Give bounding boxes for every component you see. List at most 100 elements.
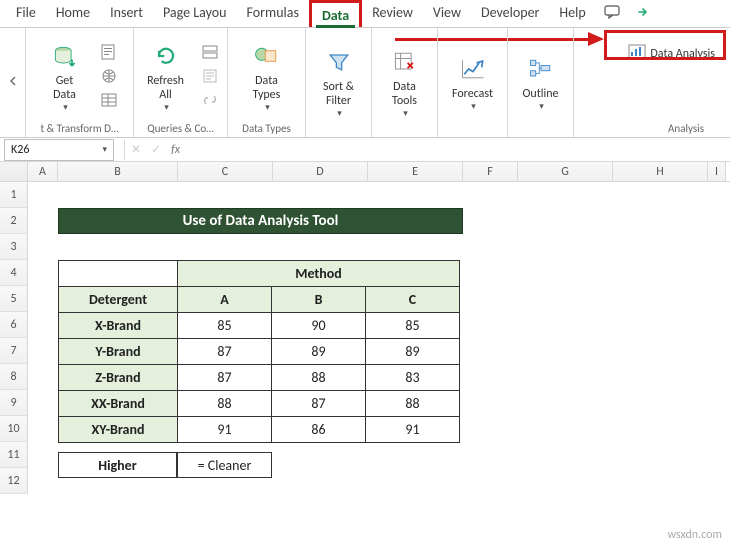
share-icon[interactable] (628, 0, 660, 27)
outline-label: Outline (522, 87, 558, 101)
name-box-value: K26 (11, 143, 29, 157)
data-tools-button[interactable]: Data Tools ▾ (380, 44, 430, 121)
filter-icon (323, 46, 355, 78)
tab-formulas[interactable]: Formulas (237, 0, 309, 27)
from-table-button[interactable] (98, 89, 120, 111)
method-header[interactable]: Method (178, 261, 460, 287)
row-7[interactable]: 7 (0, 338, 28, 364)
chevron-down-icon: ▾ (337, 108, 342, 119)
tab-file[interactable]: File (6, 0, 46, 27)
name-box[interactable]: K26 ▾ (4, 139, 114, 161)
method-B[interactable]: B (272, 287, 366, 313)
data-types-button[interactable]: Data Types ▾ (242, 38, 292, 115)
cell-4-1[interactable]: 86 (272, 417, 366, 443)
row-5[interactable]: 5 (0, 286, 28, 312)
tab-pagelayout[interactable]: Page Layou (153, 0, 237, 27)
row-1[interactable]: 1 (0, 182, 28, 208)
row-4[interactable]: 4 (0, 260, 28, 286)
cell-1-0[interactable]: 87 (178, 339, 272, 365)
cell-0-1[interactable]: 90 (272, 313, 366, 339)
method-A[interactable]: A (178, 287, 272, 313)
tab-insert[interactable]: Insert (100, 0, 153, 27)
outline-button[interactable]: Outline ▾ (516, 51, 566, 114)
queries-connections-button[interactable] (199, 41, 221, 63)
tab-help[interactable]: Help (549, 0, 595, 27)
col-C[interactable]: C (178, 162, 273, 181)
cell-empty[interactable] (59, 261, 178, 287)
brand-2[interactable]: Z-Brand (59, 365, 178, 391)
from-text-button[interactable] (98, 41, 120, 63)
forecast-button[interactable]: Forecast ▾ (448, 51, 498, 114)
row-11[interactable]: 11 (0, 442, 28, 468)
brand-3[interactable]: XX-Brand (59, 391, 178, 417)
legend-higher[interactable]: Higher (58, 452, 177, 478)
col-F[interactable]: F (463, 162, 518, 181)
col-D[interactable]: D (273, 162, 368, 181)
brand-4[interactable]: XY-Brand (59, 417, 178, 443)
from-web-button[interactable] (98, 65, 120, 87)
select-all-corner[interactable] (0, 162, 28, 181)
row-headers: 1 2 3 4 5 6 7 8 9 10 11 12 (0, 182, 28, 494)
data-tools-icon (389, 46, 421, 78)
brand-1[interactable]: Y-Brand (59, 339, 178, 365)
group-get-transform-label: t & Transform D… (32, 120, 127, 137)
col-A[interactable]: A (28, 162, 58, 181)
formula-bar[interactable] (180, 139, 730, 161)
col-G[interactable]: G (518, 162, 613, 181)
fx-icon[interactable]: fx (171, 143, 180, 157)
tab-view[interactable]: View (423, 0, 471, 27)
col-B[interactable]: B (58, 162, 178, 181)
ribbon-collapse-button[interactable] (2, 70, 24, 92)
col-E[interactable]: E (368, 162, 463, 181)
row-2[interactable]: 2 (0, 208, 28, 234)
cell-2-0[interactable]: 87 (178, 365, 272, 391)
refresh-all-label: Refresh All (147, 74, 184, 102)
cell-2-1[interactable]: 88 (272, 365, 366, 391)
row-9[interactable]: 9 (0, 390, 28, 416)
forecast-icon (457, 53, 489, 85)
tab-data[interactable]: Data (309, 0, 362, 27)
group-analysis-label: Analysis (580, 120, 724, 137)
chevron-down-icon: ▾ (265, 102, 270, 113)
row-3[interactable]: 3 (0, 234, 28, 260)
properties-button[interactable] (199, 65, 221, 87)
data-analysis-button[interactable]: Data Analysis (619, 38, 724, 70)
legend-row: Higher = Cleaner (58, 452, 272, 478)
enter-formula-icon[interactable]: ✓ (151, 142, 161, 157)
row-10[interactable]: 10 (0, 416, 28, 442)
cell-0-2[interactable]: 85 (366, 313, 460, 339)
tab-review[interactable]: Review (362, 0, 423, 27)
refresh-all-button[interactable]: Refresh All ▾ (141, 38, 191, 115)
col-H[interactable]: H (613, 162, 708, 181)
cell-2-2[interactable]: 83 (366, 365, 460, 391)
method-C[interactable]: C (366, 287, 460, 313)
brand-0[interactable]: X-Brand (59, 313, 178, 339)
cell-3-0[interactable]: 88 (178, 391, 272, 417)
cell-1-2[interactable]: 89 (366, 339, 460, 365)
cell-3-2[interactable]: 88 (366, 391, 460, 417)
row-8[interactable]: 8 (0, 364, 28, 390)
get-data-button[interactable]: Get Data ▾ (40, 38, 90, 115)
cell-3-1[interactable]: 87 (272, 391, 366, 417)
cell-4-2[interactable]: 91 (366, 417, 460, 443)
cell-1-1[interactable]: 89 (272, 339, 366, 365)
chevron-down-icon: ▾ (539, 101, 544, 112)
row-12[interactable]: 12 (0, 468, 28, 494)
col-I[interactable]: I (708, 162, 726, 181)
cell-0-0[interactable]: 85 (178, 313, 272, 339)
formula-bar-row: K26 ▾ ✕ ✓ fx (0, 138, 730, 162)
tab-developer[interactable]: Developer (471, 0, 549, 27)
row-6[interactable]: 6 (0, 312, 28, 338)
tab-home[interactable]: Home (46, 0, 100, 27)
detergent-header[interactable]: Detergent (59, 287, 178, 313)
legend-cleaner[interactable]: = Cleaner (177, 452, 272, 478)
chevron-down-icon: ▾ (403, 108, 408, 119)
cell-4-0[interactable]: 91 (178, 417, 272, 443)
column-headers: A B C D E F G H I (0, 162, 730, 182)
data-types-label: Data Types (253, 74, 281, 102)
sort-filter-button[interactable]: Sort & Filter ▾ (314, 44, 364, 121)
comments-icon[interactable] (596, 0, 628, 27)
cancel-formula-icon[interactable]: ✕ (131, 142, 141, 157)
edit-links-button[interactable] (199, 89, 221, 111)
cells-area[interactable]: Use of Data Analysis Tool Method Deterge… (28, 182, 730, 494)
